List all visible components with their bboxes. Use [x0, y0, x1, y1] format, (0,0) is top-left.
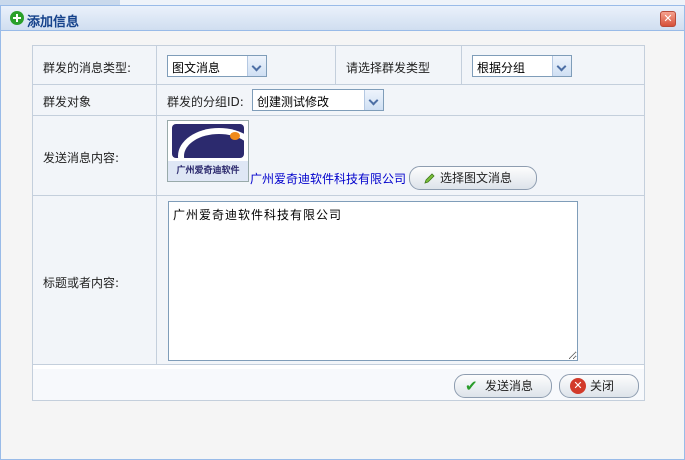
form-table: 群发的消息类型: 图文消息 请选择群发类型 根据分组 群发对象 群发的分组ID:…	[32, 45, 645, 401]
group-select[interactable]: 创建测试修改	[252, 89, 384, 111]
dialog-title: 添加信息	[27, 15, 80, 30]
send-type-label: 请选择群发类型	[346, 61, 431, 75]
chevron-down-icon	[364, 90, 383, 110]
content-label: 发送消息内容:	[43, 151, 120, 165]
check-icon: ✔	[465, 377, 478, 395]
row-title-content: 标题或者内容: 广州爱奇迪软件科技有限公司	[33, 196, 644, 365]
group-value: 创建测试修改	[257, 95, 330, 109]
logo-text: 广州爱奇迪软件	[168, 161, 248, 181]
select-news-button[interactable]: 选择图文消息	[409, 166, 537, 190]
cancel-icon: ✕	[570, 378, 586, 394]
target-label: 群发对象	[43, 95, 92, 109]
content-textarea[interactable]: 广州爱奇迪软件科技有限公司	[168, 201, 578, 361]
chevron-down-icon	[552, 56, 571, 76]
msg-type-label: 群发的消息类型:	[43, 61, 132, 75]
close-label: 关闭	[590, 379, 615, 393]
select-news-label: 选择图文消息	[440, 171, 513, 185]
msg-type-select[interactable]: 图文消息	[167, 55, 267, 77]
form-footer: ✔ 发送消息 ✕ 关闭	[33, 369, 644, 400]
pencil-icon	[424, 173, 435, 184]
close-icon[interactable]: ✕	[660, 11, 676, 27]
title-content-label: 标题或者内容:	[43, 276, 120, 290]
row-target: 群发对象 群发的分组ID: 创建测试修改	[33, 85, 644, 116]
company-logo-icon	[172, 124, 244, 158]
send-type-select[interactable]: 根据分组	[472, 55, 572, 77]
dialog-titlebar: 添加信息 ✕	[1, 6, 684, 31]
msg-type-value: 图文消息	[172, 61, 221, 75]
plus-icon	[10, 11, 24, 25]
news-thumbnail[interactable]: 广州爱奇迪软件	[167, 120, 249, 182]
send-message-button[interactable]: ✔ 发送消息	[454, 374, 552, 398]
close-button[interactable]: ✕ 关闭	[559, 374, 639, 398]
row-content: 发送消息内容: 广州爱奇迪软件 广州爱奇迪软件科技有限公司 选择图文消息	[33, 116, 644, 196]
row-message-type: 群发的消息类型: 图文消息 请选择群发类型 根据分组	[33, 46, 644, 85]
send-message-label: 发送消息	[485, 379, 534, 393]
add-info-dialog: 添加信息 ✕ 群发的消息类型: 图文消息 请选择群发类型 根据分组 群发对象 群…	[0, 5, 685, 460]
company-link[interactable]: 广州爱奇迪软件科技有限公司	[250, 170, 406, 187]
group-id-label: 群发的分组ID:	[167, 95, 244, 109]
chevron-down-icon	[247, 56, 266, 76]
send-type-value: 根据分组	[477, 61, 526, 75]
